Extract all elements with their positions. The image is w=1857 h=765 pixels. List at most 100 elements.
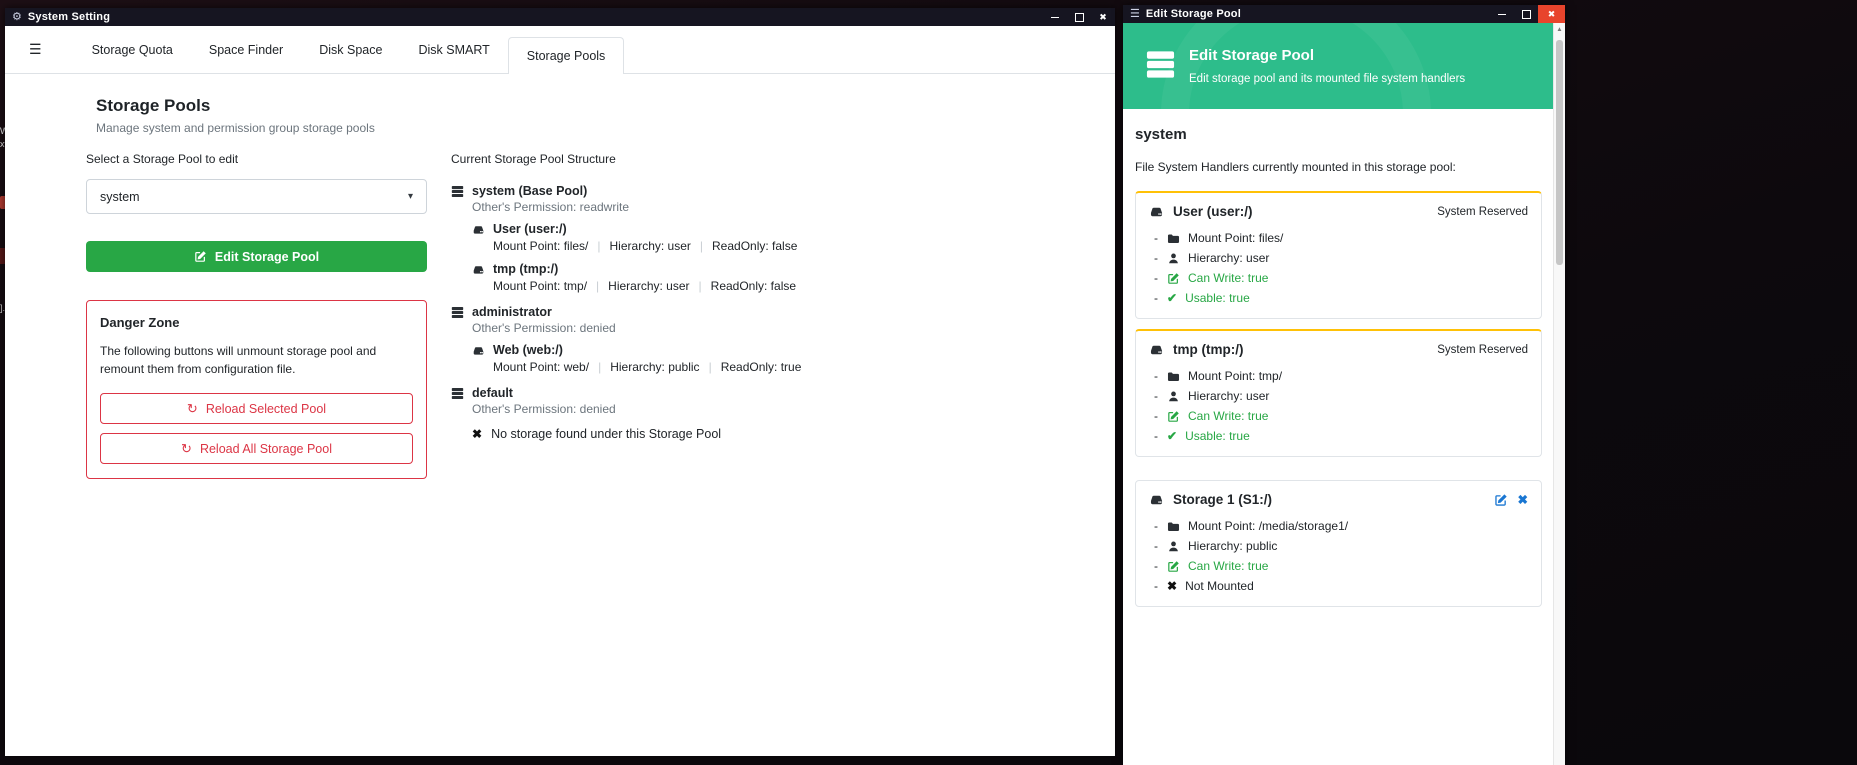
dash: - — [1154, 559, 1159, 573]
maximize-button[interactable] — [1067, 8, 1091, 26]
storage-pool-icon — [1145, 49, 1176, 80]
reload-all-pool-button[interactable]: ↻ Reload All Storage Pool — [100, 433, 413, 464]
check-icon: ✔ — [1167, 291, 1177, 305]
storage-name: Web (web:/) — [493, 343, 563, 357]
reload-all-label: Reload All Storage Pool — [200, 442, 332, 456]
pencil-square-icon — [1494, 493, 1508, 507]
page-title: Storage Pools — [96, 96, 375, 116]
handler-hierarchy-text: Hierarchy: public — [1188, 539, 1277, 553]
reload-selected-pool-button[interactable]: ↻ Reload Selected Pool — [100, 393, 413, 424]
pool-select[interactable]: system ▾ — [86, 179, 427, 214]
edit-window-title: Edit Storage Pool — [1146, 8, 1241, 20]
handler-actions: ✖ — [1494, 492, 1528, 507]
reload-icon: ↻ — [181, 442, 192, 455]
minimize-icon — [1498, 14, 1506, 15]
scrollbar[interactable]: ▲ — [1553, 23, 1565, 765]
person-icon — [1167, 390, 1180, 403]
pool-select-label: Select a Storage Pool to edit — [86, 152, 427, 166]
handler-mount-text: Mount Point: /media/storage1/ — [1188, 519, 1348, 533]
main-titlebar: ⚙ System Setting ✖ — [5, 8, 1115, 26]
handler-can-write-text: Can Write: true — [1188, 409, 1268, 423]
hdd-icon — [472, 263, 485, 276]
danger-zone: Danger Zone The following buttons will u… — [86, 300, 427, 479]
handler-not-mounted-text: Not Mounted — [1185, 579, 1254, 593]
remove-handler-button[interactable]: ✖ — [1518, 492, 1528, 507]
person-icon — [1167, 540, 1180, 553]
edit-storage-pool-button[interactable]: Edit Storage Pool — [86, 241, 427, 272]
folder-icon — [1167, 370, 1180, 383]
tab-storage-quota[interactable]: Storage Quota — [74, 26, 191, 73]
pool-name: default — [472, 386, 513, 400]
dash: - — [1154, 409, 1159, 423]
hdd-icon — [472, 223, 485, 236]
hdd-icon — [1149, 342, 1164, 357]
check-icon: ✔ — [1167, 429, 1177, 443]
pool-permission: Other's Permission: denied — [472, 402, 1111, 416]
minimize-button[interactable] — [1490, 5, 1514, 23]
reload-icon: ↻ — [187, 402, 198, 415]
scrollbar-thumb[interactable] — [1556, 40, 1563, 265]
tab-space-finder[interactable]: Space Finder — [191, 26, 301, 73]
handler-card-tmp: tmp (tmp:/) System Reserved - Mount Poin… — [1135, 329, 1542, 457]
storage-hierarchy: Hierarchy: public — [610, 360, 699, 374]
storage-mount: Mount Point: tmp/ — [493, 279, 587, 293]
handler-usable-text: Usable: true — [1185, 429, 1250, 443]
close-button[interactable]: ✖ — [1538, 5, 1565, 23]
pencil-square-icon — [194, 250, 207, 263]
tab-disk-space[interactable]: Disk Space — [301, 26, 400, 73]
banner-watermark — [1161, 23, 1431, 109]
separator: | — [699, 279, 702, 293]
minimize-icon — [1051, 17, 1059, 18]
page-subtitle: Manage system and permission group stora… — [96, 121, 375, 135]
handler-hierarchy: - Hierarchy: user — [1154, 251, 1528, 265]
pool-node-system: system (Base Pool) Other's Permission: r… — [451, 184, 1111, 293]
scroll-up-arrow[interactable]: ▲ — [1554, 23, 1565, 36]
tab-disk-smart[interactable]: Disk SMART — [400, 26, 507, 73]
handler-title: Storage 1 (S1:/) — [1173, 492, 1272, 507]
pool-name: administrator — [472, 305, 552, 319]
pool-name: system (Base Pool) — [472, 184, 587, 198]
tab-storage-pools[interactable]: Storage Pools — [508, 37, 625, 74]
storage-readonly: ReadOnly: true — [721, 360, 802, 374]
dash: - — [1154, 539, 1159, 553]
separator: | — [709, 360, 712, 374]
separator: | — [596, 279, 599, 293]
handler-usable: - ✔ Usable: true — [1154, 291, 1528, 305]
pool-node-default: default Other's Permission: denied ✖ No … — [451, 386, 1111, 441]
maximize-icon — [1522, 10, 1531, 19]
handler-mount-text: Mount Point: tmp/ — [1188, 369, 1282, 383]
handler-hierarchy-text: Hierarchy: user — [1188, 251, 1269, 265]
window-controls: ✖ — [1490, 5, 1565, 23]
storage-name: User (user:/) — [493, 222, 567, 236]
server-icon — [451, 306, 464, 319]
cross-icon: ✖ — [1167, 579, 1177, 593]
storage-node: User (user:/) Mount Point: files/ | Hier… — [472, 222, 1111, 253]
handler-can-write: - Can Write: true — [1154, 271, 1528, 285]
storage-mount: Mount Point: files/ — [493, 239, 588, 253]
handler-not-mounted: - ✖ Not Mounted — [1154, 579, 1528, 593]
handler-usable: - ✔ Usable: true — [1154, 429, 1528, 443]
system-setting-window: ⚙ System Setting ✖ ☰ Storage Quota Space… — [5, 8, 1115, 755]
handler-hierarchy: - Hierarchy: user — [1154, 389, 1528, 403]
tab-bar: ☰ Storage Quota Space Finder Disk Space … — [5, 26, 1115, 74]
storage-mount: Mount Point: web/ — [493, 360, 589, 374]
pencil-square-icon — [1167, 560, 1180, 573]
edit-handler-button[interactable] — [1494, 493, 1508, 507]
dash: - — [1154, 389, 1159, 403]
folder-icon — [1167, 520, 1180, 533]
handler-cards: User (user:/) System Reserved - Mount Po… — [1135, 191, 1542, 607]
storage-hierarchy: Hierarchy: user — [608, 279, 689, 293]
close-button[interactable]: ✖ — [1091, 8, 1115, 26]
server-icon — [451, 185, 464, 198]
handler-can-write: - Can Write: true — [1154, 559, 1528, 573]
maximize-icon — [1075, 13, 1084, 22]
empty-pool-message: ✖ No storage found under this Storage Po… — [472, 427, 1111, 441]
handler-mount: - Mount Point: /media/storage1/ — [1154, 519, 1528, 533]
separator: | — [598, 360, 601, 374]
edit-storage-pool-label: Edit Storage Pool — [215, 250, 319, 264]
banner-title: Edit Storage Pool — [1189, 47, 1314, 64]
pool-node-administrator: administrator Other's Permission: denied… — [451, 305, 1111, 374]
menu-icon[interactable]: ☰ — [19, 37, 52, 62]
maximize-button[interactable] — [1514, 5, 1538, 23]
minimize-button[interactable] — [1043, 8, 1067, 26]
